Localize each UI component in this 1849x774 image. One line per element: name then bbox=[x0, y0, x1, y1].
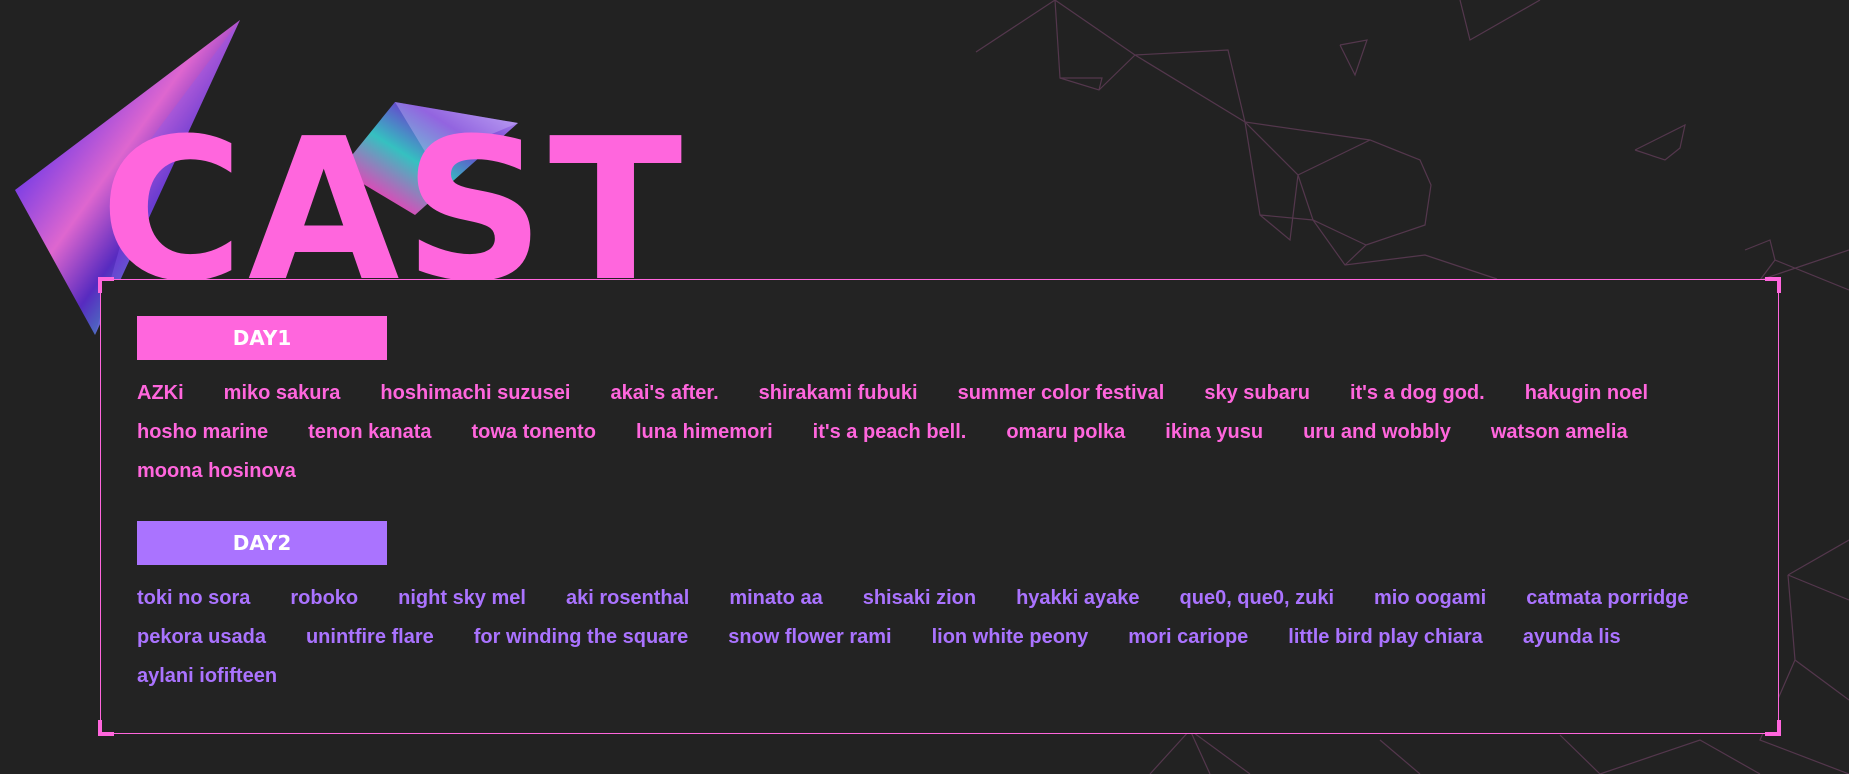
cast-name: watson amelia bbox=[1490, 421, 1628, 443]
cast-name: akai's after. bbox=[610, 382, 719, 404]
cast-name: it's a dog god. bbox=[1349, 382, 1485, 404]
cast-name: mori cariope bbox=[1128, 626, 1249, 648]
cast-name: hoshimachi suzusei bbox=[380, 382, 571, 404]
cast-name: que0, que0, zuki bbox=[1179, 587, 1334, 609]
cast-name: night sky mel bbox=[398, 587, 526, 609]
cast-name: summer color festival bbox=[957, 382, 1165, 404]
cast-name: shirakami fubuki bbox=[758, 382, 918, 404]
cast-name: mio oogami bbox=[1374, 587, 1487, 609]
cast-name: snow flower rami bbox=[728, 626, 892, 648]
cast-name: omaru polka bbox=[1006, 421, 1126, 443]
day2-badge: DAY2 bbox=[137, 521, 387, 565]
day2-cast-list: toki no sora roboko night sky mel aki rosen… bbox=[137, 579, 1737, 696]
cast-name: luna himemori bbox=[635, 421, 773, 443]
corner-bracket bbox=[1765, 720, 1781, 736]
day1-section: DAY1 AZKi miko sakura hoshimachi suzusei ak… bbox=[137, 316, 1737, 491]
cast-name: catmata porridge bbox=[1526, 587, 1689, 609]
corner-bracket bbox=[98, 277, 114, 293]
cast-name: sky subaru bbox=[1204, 382, 1310, 404]
cast-name: towa tonento bbox=[471, 421, 596, 443]
cast-name: toki no sora bbox=[137, 587, 251, 609]
cast-name: for winding the square bbox=[473, 626, 689, 648]
corner-bracket bbox=[1765, 277, 1781, 293]
cast-name: hosho marine bbox=[137, 421, 269, 443]
cast-name: miko sakura bbox=[223, 382, 341, 404]
cast-name: it's a peach bell. bbox=[812, 421, 967, 443]
cast-name: ikina yusu bbox=[1165, 421, 1264, 443]
cast-name: hakugin noel bbox=[1524, 382, 1649, 404]
cast-name: hyakki ayake bbox=[1016, 587, 1140, 609]
cast-name: moona hosinova bbox=[137, 460, 296, 482]
cast-name: aylani iofifteen bbox=[137, 665, 278, 687]
cast-name: aki rosenthal bbox=[565, 587, 690, 609]
cast-name: shisaki zion bbox=[862, 587, 977, 609]
cast-name: minato aa bbox=[729, 587, 823, 609]
cast-name: tenon kanata bbox=[308, 421, 432, 443]
cast-name: lion white peony bbox=[931, 626, 1089, 648]
cast-name: roboko bbox=[290, 587, 359, 609]
day1-cast-list: AZKi miko sakura hoshimachi suzusei akai's … bbox=[137, 374, 1737, 491]
cast-name: AZKi bbox=[137, 382, 184, 404]
cast-name: uru and wobbly bbox=[1303, 421, 1451, 443]
corner-bracket bbox=[98, 720, 114, 736]
day1-badge: DAY1 bbox=[137, 316, 387, 360]
cast-name: pekora usada bbox=[137, 626, 266, 648]
cast-name: ayunda lis bbox=[1522, 626, 1621, 648]
cast-panel: DAY1 AZKi miko sakura hoshimachi suzusei ak… bbox=[98, 277, 1781, 736]
cast-name: unintfire flare bbox=[305, 626, 434, 648]
day2-section: DAY2 toki no sora roboko night sky mel aki … bbox=[137, 521, 1737, 696]
cast-name: little bird play chiara bbox=[1288, 626, 1483, 648]
